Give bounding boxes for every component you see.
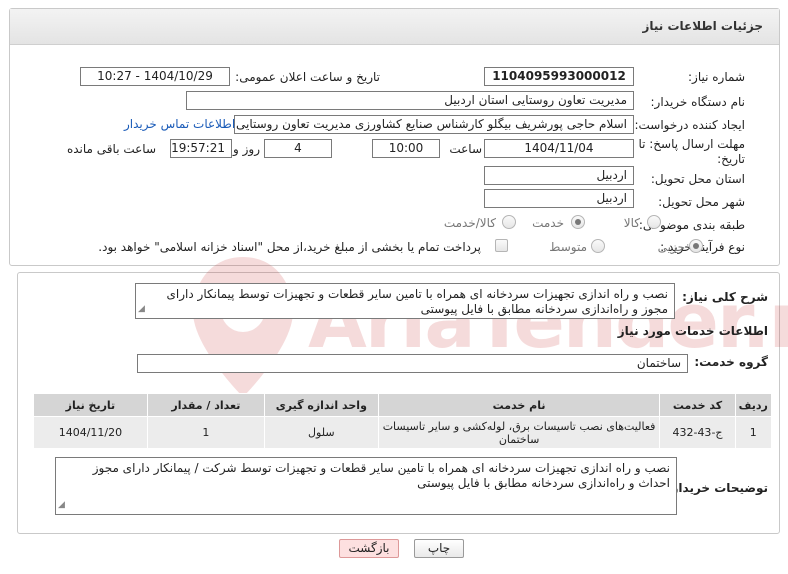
services-section-title: اطلاعات خدمات مورد نیاز bbox=[617, 324, 768, 338]
panel-header: جزئیات اطلاعات نیاز bbox=[10, 9, 779, 45]
col-unit: واحد اندازه گیری bbox=[263, 393, 379, 417]
treasury-checkbox[interactable] bbox=[495, 239, 508, 252]
cell-name: فعالیت‌های نصب تاسیسات برق، لوله‌کشی و س… bbox=[377, 416, 661, 449]
col-row: ردیف bbox=[734, 393, 773, 417]
table-row: 1 ج-43-432 فعالیت‌های نصب تاسیسات برق، ل… bbox=[33, 416, 773, 449]
deadline-date-field: 1404/11/04 bbox=[484, 139, 634, 158]
col-date: تاریخ نیاز bbox=[33, 393, 148, 417]
deadline-time-label: ساعت bbox=[449, 142, 482, 156]
back-button[interactable]: بازگشت bbox=[339, 539, 399, 558]
announce-date-label: تاریخ و ساعت اعلان عمومی: bbox=[235, 70, 380, 84]
purchase-option-minor: جزیی bbox=[657, 240, 685, 254]
purchase-radio-medium[interactable] bbox=[591, 239, 605, 253]
description-text: نصب و راه اندازی تجهیزات سردخانه ای همرا… bbox=[166, 287, 668, 316]
city-label: شهر محل تحویل: bbox=[658, 195, 745, 209]
province-field: اردبیل bbox=[484, 166, 634, 185]
creator-label: ایجاد کننده درخواست: bbox=[634, 118, 745, 132]
days-label: روز و bbox=[233, 142, 260, 156]
col-name: نام خدمت bbox=[377, 393, 661, 417]
buyer-notes-textarea[interactable]: نصب و راه اندازی تجهیزات سردخانه ای همرا… bbox=[55, 457, 677, 515]
days-field: 4 bbox=[264, 139, 332, 158]
deadline-time-field: 10:00 bbox=[372, 139, 440, 158]
cell-date: 1404/11/20 bbox=[33, 416, 148, 449]
print-button[interactable]: چاپ bbox=[414, 539, 464, 558]
category-radio-goods[interactable] bbox=[647, 215, 661, 229]
description-label: شرح کلی نیاز: bbox=[682, 290, 768, 304]
purchase-radio-minor[interactable] bbox=[689, 239, 703, 253]
deadline-label: مهلت ارسال پاسخ: تا bbox=[638, 137, 745, 151]
cell-code: ج-43-432 bbox=[659, 416, 736, 449]
announce-date-field: 1404/10/29 - 10:27 bbox=[80, 67, 230, 86]
buyer-org-label: نام دستگاه خریدار: bbox=[650, 95, 746, 109]
service-group-field: ساختمان bbox=[137, 354, 688, 373]
remaining-time-field: 19:57:21 bbox=[170, 139, 232, 158]
col-qty: تعداد / مقدار bbox=[146, 393, 265, 417]
buyer-org-field: مدیریت تعاون روستایی استان اردبیل bbox=[186, 91, 634, 110]
description-textarea[interactable]: نصب و راه اندازی تجهیزات سردخانه ای همرا… bbox=[135, 283, 675, 319]
table-header-row: ردیف کد خدمت نام خدمت واحد اندازه گیری ت… bbox=[33, 393, 773, 417]
buyer-notes-text: نصب و راه اندازی تجهیزات سردخانه ای همرا… bbox=[92, 461, 670, 490]
service-group-label: گروه خدمت: bbox=[694, 355, 768, 369]
category-option-goods-service: کالا/خدمت bbox=[443, 216, 496, 230]
need-number-field: 1104095993000012 bbox=[484, 67, 634, 86]
col-code: کد خدمت bbox=[659, 393, 736, 417]
province-label: استان محل تحویل: bbox=[650, 172, 745, 186]
category-radio-goods-service[interactable] bbox=[502, 215, 516, 229]
creator-field: اسلام حاجی پورشریف بیگلو کارشناس صنایع ک… bbox=[234, 115, 634, 134]
cell-row: 1 bbox=[734, 416, 773, 449]
deadline-date-label: تاریخ: bbox=[717, 152, 745, 166]
city-field: اردبیل bbox=[484, 189, 634, 208]
cell-unit: سلول bbox=[263, 416, 379, 449]
category-option-service: خدمت bbox=[532, 216, 564, 230]
category-option-goods: کالا bbox=[623, 216, 640, 230]
cell-qty: 1 bbox=[146, 416, 265, 449]
purchase-option-medium: متوسط bbox=[549, 240, 587, 254]
category-radio-service[interactable] bbox=[571, 215, 585, 229]
services-table: ردیف کد خدمت نام خدمت واحد اندازه گیری ت… bbox=[33, 393, 773, 449]
panel-title: جزئیات اطلاعات نیاز bbox=[642, 19, 763, 33]
buyer-contact-link[interactable]: اطلاعات تماس خریدار bbox=[124, 117, 235, 131]
resize-handle-icon: ◢ bbox=[138, 304, 145, 314]
buyer-notes-label: توضیحات خریدار: bbox=[666, 481, 768, 495]
remaining-time-label: ساعت باقی مانده bbox=[66, 142, 156, 156]
need-number-label: شماره نیاز: bbox=[688, 70, 745, 84]
resize-handle-icon: ◢ bbox=[58, 500, 65, 510]
payment-note: پرداخت تمام یا بخشی از مبلغ خرید،از محل … bbox=[98, 240, 481, 254]
